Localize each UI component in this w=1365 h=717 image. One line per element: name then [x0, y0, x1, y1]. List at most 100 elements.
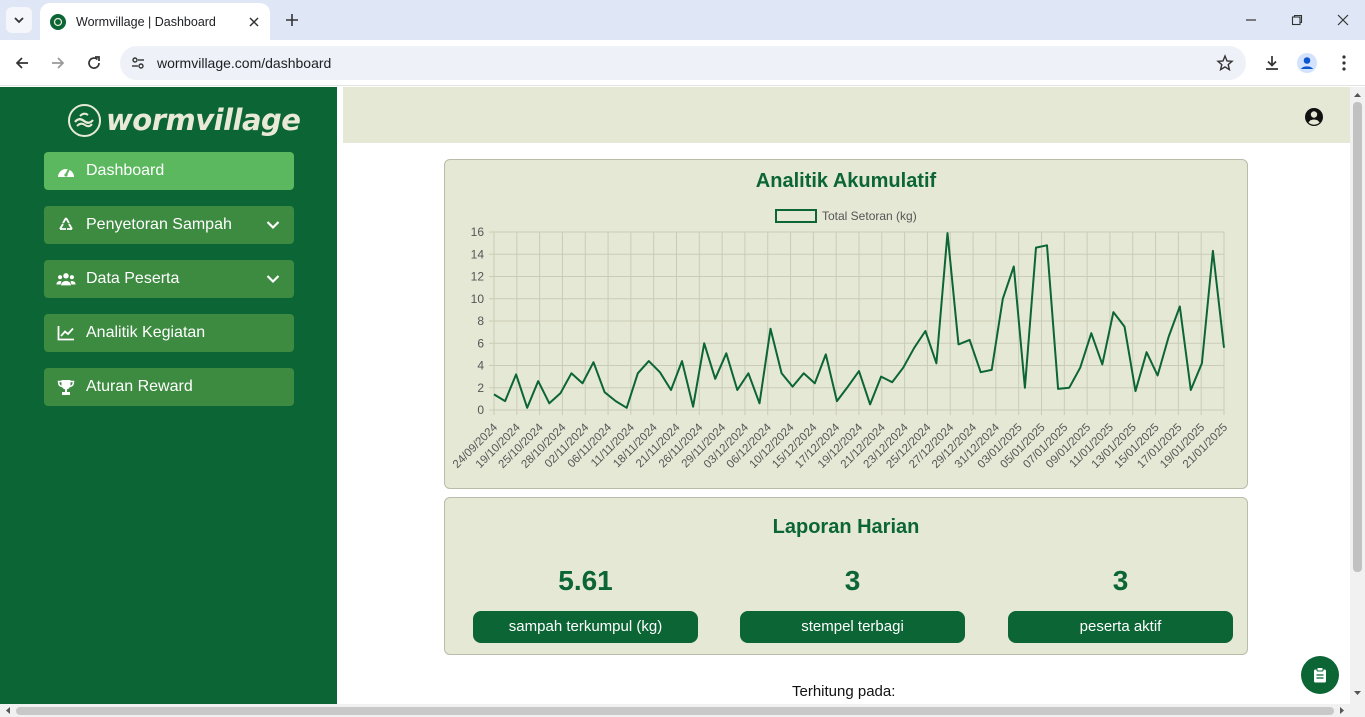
profile-icon [1297, 53, 1317, 73]
data-point [958, 343, 960, 345]
data-point [814, 382, 816, 384]
browser-toolbar: wormvillage.com/dashboard [0, 40, 1365, 86]
browser-menu-button[interactable] [1331, 50, 1357, 76]
profile-button[interactable] [1294, 50, 1320, 76]
data-point [736, 389, 738, 391]
data-point [548, 402, 550, 404]
data-point [1013, 265, 1015, 267]
data-point [637, 372, 639, 374]
y-tick-label: 14 [471, 247, 485, 261]
data-point [1146, 351, 1148, 353]
y-tick-label: 6 [477, 336, 484, 350]
sidebar-item-label: Dashboard [86, 162, 165, 179]
data-point [570, 372, 572, 374]
forward-button[interactable] [45, 50, 71, 76]
stat-label: peserta aktif [1008, 611, 1233, 643]
y-tick-label: 2 [477, 381, 484, 395]
tab-search-button[interactable] [6, 7, 32, 33]
url-text: wormvillage.com/dashboard [157, 55, 332, 71]
users-icon [56, 269, 76, 289]
vertical-scrollbar[interactable] [1350, 87, 1365, 704]
logo[interactable]: wormvillage [68, 102, 301, 138]
data-point [1057, 388, 1059, 390]
bookmark-star-icon[interactable] [1216, 54, 1234, 77]
data-point [504, 400, 506, 402]
sidebar-item-label: Penyetoran Sampah [86, 216, 232, 233]
data-point [891, 381, 893, 383]
horizontal-scroll-thumb[interactable] [16, 707, 1334, 715]
line-chart-icon [56, 323, 76, 343]
data-point [1190, 389, 1192, 391]
sidebar-item-label: Analitik Kegiatan [86, 324, 206, 341]
accumulative-line-chart: 024681012141624/09/202419/10/202425/10/2… [451, 209, 1230, 471]
site-info-icon[interactable] [122, 46, 154, 80]
data-point [913, 347, 915, 349]
reload-button[interactable] [81, 50, 107, 76]
data-point [991, 369, 993, 371]
browser-tab[interactable]: Wormvillage | Dashboard [40, 3, 270, 40]
back-button[interactable] [9, 50, 35, 76]
sidebar-item-label: Data Peserta [86, 270, 180, 287]
data-point [626, 407, 628, 409]
computed-at-label: Terhitung pada: [792, 683, 896, 700]
stat-label: sampah terkumpul (kg) [473, 611, 698, 643]
clipboard-fab-button[interactable] [1301, 656, 1339, 694]
data-point [847, 386, 849, 388]
new-tab-button[interactable] [281, 9, 303, 31]
data-point [980, 371, 982, 373]
daily-report-title: Laporan Harian [772, 516, 920, 538]
close-window-button[interactable] [1320, 0, 1365, 40]
data-point [593, 361, 595, 363]
sidebar-item-aturan-reward[interactable]: Aturan Reward [44, 368, 294, 406]
data-point [703, 342, 705, 344]
main-content: Analitik Akumulatif 0 2 4 6 8 10 12 14 16 24/09/2… [337, 87, 1350, 704]
data-point [924, 330, 926, 332]
scroll-left-icon [6, 707, 10, 714]
analytics-card: Analitik Akumulatif 0 2 4 6 8 10 12 14 16 24/09/2… [444, 159, 1248, 489]
download-icon [1266, 56, 1278, 70]
data-point [493, 393, 495, 395]
data-point [604, 391, 606, 393]
data-point [1212, 250, 1214, 252]
data-point [526, 407, 528, 409]
data-point [902, 367, 904, 369]
data-point [1135, 390, 1137, 392]
logo-mark-icon [68, 103, 101, 137]
horizontal-scrollbar[interactable] [0, 704, 1350, 717]
plus-icon [286, 14, 298, 26]
y-tick-label: 0 [477, 403, 484, 417]
vertical-scroll-thumb[interactable] [1353, 102, 1362, 572]
data-point [747, 372, 749, 374]
arrow-right-icon [52, 57, 65, 69]
scrollbar-corner [1350, 704, 1365, 717]
data-point [781, 372, 783, 374]
minimize-button[interactable] [1228, 0, 1274, 40]
data-point [880, 376, 882, 378]
sidebar-item-penyetoran-sampah[interactable]: Penyetoran Sampah [44, 206, 294, 244]
close-tab-icon[interactable] [246, 14, 262, 30]
address-bar[interactable]: wormvillage.com/dashboard [120, 46, 1246, 80]
data-point [969, 339, 971, 341]
sidebar-item-label: Aturan Reward [86, 378, 193, 395]
sidebar-item-data-peserta[interactable]: Data Peserta [44, 260, 294, 298]
data-point [537, 380, 539, 382]
restore-button[interactable] [1274, 0, 1320, 40]
data-point [858, 370, 860, 372]
data-point [1079, 367, 1081, 369]
more-vertical-icon [1342, 55, 1346, 71]
tab-title: Wormvillage | Dashboard [76, 14, 216, 29]
data-point [1046, 244, 1048, 246]
chevron-down-icon [14, 17, 24, 24]
arrow-left-icon [15, 57, 28, 69]
data-point [770, 328, 772, 330]
close-icon [1337, 14, 1349, 26]
sidebar-item-analitik-kegiatan[interactable]: Analitik Kegiatan [44, 314, 294, 352]
stat-label: stempel terbagi [740, 611, 965, 643]
data-point [692, 406, 694, 408]
data-point [648, 360, 650, 362]
downloads-button[interactable] [1259, 50, 1285, 76]
data-point [559, 392, 561, 394]
data-point [1223, 347, 1225, 349]
sidebar-item-dashboard[interactable]: Dashboard [44, 152, 294, 190]
user-account-icon[interactable] [1304, 107, 1324, 127]
